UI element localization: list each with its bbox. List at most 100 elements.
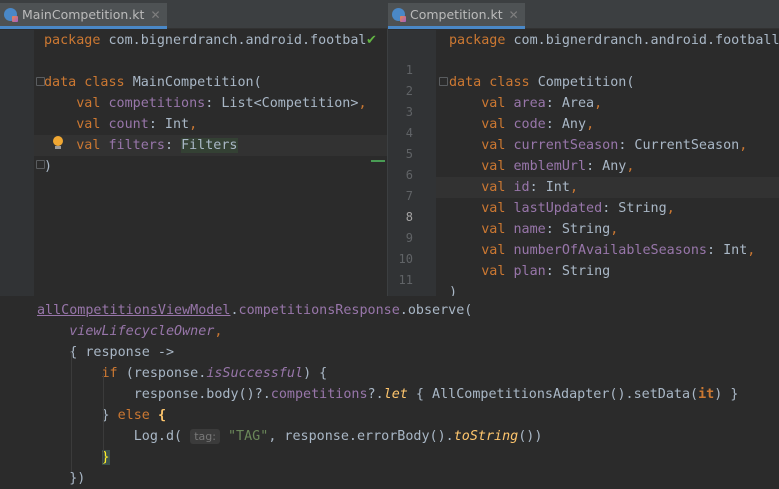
code-token: area <box>513 96 546 111</box>
code-token: if <box>101 366 126 381</box>
right-tab-bar: Competition.kt ✕ <box>388 0 779 29</box>
code-token: competitions <box>270 387 368 402</box>
code-token: val <box>449 222 514 237</box>
code-token: val <box>449 159 514 174</box>
code-line: package com.bignerdranch.android.footbal… <box>449 30 779 51</box>
code-token: : CurrentSeason <box>618 138 740 153</box>
code-token: { <box>157 408 166 423</box>
code-token: , <box>666 201 675 216</box>
code-token: { AllCompetitionsAdapter().setData( <box>407 387 699 402</box>
right-gutter: 12345678910111213 <box>388 30 436 296</box>
code-token: toString <box>453 429 519 444</box>
code-token: com.bignerdranch.android.footbal <box>108 33 367 48</box>
code-token: val <box>449 117 514 132</box>
code-token: : Any <box>586 159 627 174</box>
code-line: val count: Int, <box>44 114 197 135</box>
code-token: , <box>739 138 748 153</box>
code-line: val filters: Filters <box>44 135 238 156</box>
code-token: Competition( <box>537 75 635 90</box>
code-token: , <box>594 96 603 111</box>
code-token: viewLifecycleOwner <box>69 324 215 339</box>
code-token: code <box>513 117 546 132</box>
code-token: let <box>383 387 408 402</box>
line-number: 1 <box>405 63 413 77</box>
bottom-code-snippet[interactable]: allCompetitionsViewModel.competitionsRes… <box>0 296 779 489</box>
code-token: , <box>214 324 223 339</box>
code-line: } else { <box>37 405 166 426</box>
code-token: competitions <box>108 96 206 111</box>
line-number: 2 <box>405 84 413 98</box>
code-token: ()) <box>518 429 543 444</box>
code-token: { response -> <box>37 345 175 360</box>
code-token: MainCompetition( <box>132 75 262 90</box>
close-icon[interactable]: ✕ <box>509 8 519 22</box>
code-token: ) <box>44 159 53 174</box>
code-token: : Int <box>529 180 570 195</box>
inspection-ok-icon[interactable]: ✔ <box>366 33 377 48</box>
line-number: 11 <box>398 273 413 287</box>
kotlin-file-icon <box>4 8 18 22</box>
fold-marker-icon[interactable] <box>36 77 45 86</box>
code-token: , <box>610 222 619 237</box>
code-line: val code: Any, <box>449 114 594 135</box>
left-editor-pane: MainCompetition.kt ✕ package com.bignerd… <box>0 0 387 296</box>
line-number: 8 <box>405 210 413 224</box>
code-token: ?. <box>367 387 384 402</box>
code-token: allCompetitionsViewModel <box>37 303 231 318</box>
code-token: response.body()?. <box>37 387 271 402</box>
code-token: data class <box>449 75 538 90</box>
line-number: 7 <box>405 189 413 203</box>
code-token: val <box>449 96 514 111</box>
code-token: id <box>513 180 530 195</box>
line-number: 4 <box>405 126 413 140</box>
code-token: } <box>37 408 118 423</box>
indent-guide <box>71 352 72 472</box>
code-line: val lastUpdated: String, <box>449 198 675 219</box>
kotlin-file-icon <box>392 8 406 22</box>
code-token: lastUpdated <box>513 201 603 216</box>
indent-guide <box>103 436 104 461</box>
tab-label: Competition.kt <box>410 7 503 22</box>
code-token: : <box>164 138 182 153</box>
code-line: Log.d( tag: "TAG", response.errorBody().… <box>37 426 542 447</box>
code-token: , <box>747 243 756 258</box>
code-token: , <box>626 159 635 174</box>
code-token: val <box>449 243 514 258</box>
code-token: , response.errorBody(). <box>268 429 454 444</box>
code-token: : List<Competition> <box>205 96 359 111</box>
code-line: data class MainCompetition( <box>44 72 262 93</box>
fold-marker-icon[interactable] <box>439 77 448 86</box>
code-token: val <box>44 96 109 111</box>
line-number: 3 <box>405 105 413 119</box>
tab-main-competition[interactable]: MainCompetition.kt ✕ <box>0 3 167 29</box>
code-token: emblemUrl <box>513 159 587 174</box>
code-line: val id: Int, <box>449 177 578 198</box>
code-line: allCompetitionsViewModel.competitionsRes… <box>37 300 472 321</box>
fold-marker-icon[interactable] <box>36 160 45 169</box>
code-token: Log.d( <box>37 429 191 444</box>
line-number: 5 <box>405 147 413 161</box>
code-token: data class <box>44 75 133 90</box>
code-token: (response. <box>125 366 207 381</box>
code-line: val currentSeason: CurrentSeason, <box>449 135 747 156</box>
intention-bulb-icon[interactable] <box>52 136 64 150</box>
right-editor-pane: Competition.kt ✕ 12345678910111213 packa… <box>387 0 779 296</box>
code-token: count <box>108 117 149 132</box>
line-number: 9 <box>405 231 413 245</box>
code-token: tag: <box>190 429 220 444</box>
code-token: isSuccessful <box>206 366 304 381</box>
code-token: package <box>44 33 109 48</box>
current-line-highlight <box>388 177 779 198</box>
code-token: : String <box>602 201 667 216</box>
close-icon[interactable]: ✕ <box>150 8 160 22</box>
code-token: com.bignerdranch.android.footballc <box>513 33 779 48</box>
code-line: val competitions: List<Competition>, <box>44 93 366 114</box>
code-token: , <box>586 117 595 132</box>
tab-competition[interactable]: Competition.kt ✕ <box>388 3 525 29</box>
code-line: ) <box>44 156 52 177</box>
left-tab-bar: MainCompetition.kt ✕ <box>0 0 387 29</box>
code-token: Filters <box>181 138 238 153</box>
